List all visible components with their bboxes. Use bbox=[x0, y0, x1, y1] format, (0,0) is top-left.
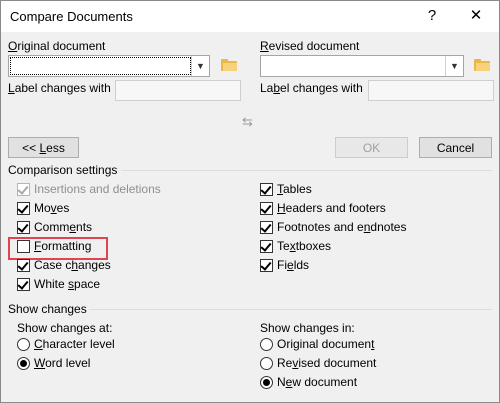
revised-label-changes-label: Label changes with bbox=[260, 81, 363, 95]
comments-checkbox[interactable] bbox=[17, 221, 30, 234]
moves-label: Moves bbox=[34, 201, 70, 215]
close-button[interactable]: ✕ bbox=[461, 5, 491, 27]
headers-footers-label: Headers and footers bbox=[277, 201, 386, 215]
case-changes-checkbox[interactable] bbox=[17, 259, 30, 272]
show-changes-in-label: Show changes in: bbox=[260, 321, 355, 335]
revised-document-field[interactable] bbox=[262, 57, 445, 75]
original-document-radio[interactable] bbox=[260, 338, 273, 351]
comments-label: Comments bbox=[34, 220, 93, 234]
folder-icon[interactable] bbox=[474, 59, 490, 71]
original-label-changes-input[interactable] bbox=[115, 80, 241, 101]
revised-document-combo[interactable]: ▼ bbox=[260, 55, 464, 77]
footnotes-endnotes-checkbox[interactable] bbox=[260, 221, 273, 234]
case-changes-label: Case changes bbox=[34, 258, 111, 272]
textboxes-label: Textboxes bbox=[277, 239, 332, 253]
chevron-down-icon[interactable]: ▼ bbox=[191, 56, 209, 76]
word-level-radio[interactable] bbox=[17, 357, 30, 370]
white-space-checkbox[interactable] bbox=[17, 278, 30, 291]
original-document-combo[interactable]: ▼ bbox=[8, 55, 210, 77]
headers-footers-checkbox[interactable] bbox=[260, 202, 273, 215]
tables-label: Tables bbox=[277, 182, 312, 196]
insertions-deletions-label: Insertions and deletions bbox=[34, 182, 161, 196]
fields-checkbox[interactable] bbox=[260, 259, 273, 272]
character-level-label: Character level bbox=[34, 337, 115, 351]
show-changes-at-label: Show changes at: bbox=[17, 321, 113, 335]
ok-button[interactable]: OK bbox=[335, 137, 408, 158]
folder-icon[interactable] bbox=[221, 59, 237, 71]
cancel-button[interactable]: Cancel bbox=[419, 137, 492, 158]
character-level-radio[interactable] bbox=[17, 338, 30, 351]
show-changes-divider bbox=[89, 309, 492, 310]
original-document-label: Original document bbox=[8, 39, 106, 53]
comparison-settings-divider bbox=[121, 170, 492, 171]
revised-document-radio[interactable] bbox=[260, 357, 273, 370]
new-document-radio[interactable] bbox=[260, 376, 273, 389]
dialog-title: Compare Documents bbox=[10, 9, 133, 24]
formatting-highlight-box bbox=[8, 237, 108, 260]
tables-checkbox[interactable] bbox=[260, 183, 273, 196]
revised-label-changes-input[interactable] bbox=[368, 80, 494, 101]
revised-document-option-label: Revised document bbox=[277, 356, 377, 370]
moves-checkbox[interactable] bbox=[17, 202, 30, 215]
title-bar: Compare Documents ? ✕ bbox=[1, 1, 499, 32]
chevron-down-icon[interactable]: ▼ bbox=[445, 56, 463, 76]
help-button[interactable]: ? bbox=[417, 5, 447, 27]
textboxes-checkbox[interactable] bbox=[260, 240, 273, 253]
less-button[interactable]: << Less bbox=[8, 137, 79, 158]
word-level-label: Word level bbox=[34, 356, 91, 370]
compare-documents-dialog: Compare Documents ? ✕ Original document … bbox=[0, 0, 500, 403]
show-changes-heading: Show changes bbox=[8, 302, 87, 316]
new-document-option-label: New document bbox=[277, 375, 358, 389]
white-space-label: White space bbox=[34, 277, 101, 291]
original-label-changes-label: Label changes with bbox=[8, 81, 111, 95]
original-document-option-label: Original document bbox=[277, 337, 375, 351]
footnotes-endnotes-label: Footnotes and endnotes bbox=[277, 220, 407, 234]
revised-document-label: Revised document bbox=[260, 39, 360, 53]
swap-documents-icon[interactable]: ⇆ bbox=[242, 114, 253, 130]
original-document-field[interactable] bbox=[10, 57, 191, 75]
insertions-deletions-checkbox[interactable] bbox=[17, 183, 30, 196]
comparison-settings-heading: Comparison settings bbox=[8, 163, 118, 177]
fields-label: Fields bbox=[277, 258, 310, 272]
